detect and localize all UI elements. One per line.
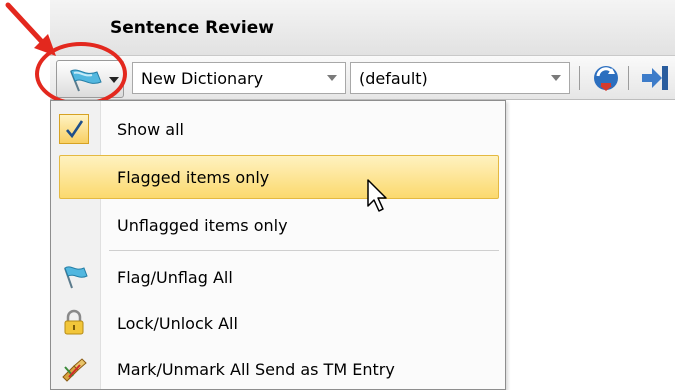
dictionary-select-value: New Dictionary [141,69,264,88]
chevron-down-icon [327,75,337,81]
panel-header: Sentence Review [50,0,675,56]
menu-item-label: Flagged items only [117,168,270,187]
check-icon [66,120,84,139]
menu-item-label: Show all [117,120,184,139]
toolbar-separator [579,66,580,90]
menu-item-flagged-only[interactable]: Flagged items only [59,155,499,199]
menu-item-mark-tm-entry[interactable]: Mark/Unmark All Send as TM Entry [51,347,505,389]
screenshot-stage: Sentence Review New Dictionary (default) [0,0,675,390]
menu-item-label: Lock/Unlock All [117,314,238,333]
flag-filter-menu: Show all Flagged items only Unflagged it… [50,100,506,390]
menu-separator [109,250,499,251]
menu-item-label: Flag/Unflag All [117,268,233,287]
update-icon[interactable] [590,62,622,94]
panel-title: Sentence Review [110,18,274,38]
lock-icon [64,309,84,335]
menu-item-label: Mark/Unmark All Send as TM Entry [117,360,395,379]
toolbar-separator [628,66,629,90]
check-box [59,114,89,144]
menu-item-flag-unflag-all[interactable]: Flag/Unflag All [51,255,505,299]
menu-item-unflagged-only[interactable]: Unflagged items only [51,203,505,247]
menu-item-lock-unlock-all[interactable]: Lock/Unlock All [51,301,505,345]
confirm-icon[interactable] [638,62,670,94]
flag-icon [64,266,88,289]
chevron-down-icon [551,75,561,81]
profile-select[interactable]: (default) [350,62,570,94]
dictionary-select[interactable]: New Dictionary [132,62,346,94]
profile-select-value: (default) [359,69,428,88]
mouse-cursor-icon [367,179,387,212]
mark-tm-icon [62,358,87,382]
annotation-circle [35,42,127,106]
menu-item-label: Unflagged items only [117,216,288,235]
menu-item-show-all[interactable]: Show all [51,107,505,151]
